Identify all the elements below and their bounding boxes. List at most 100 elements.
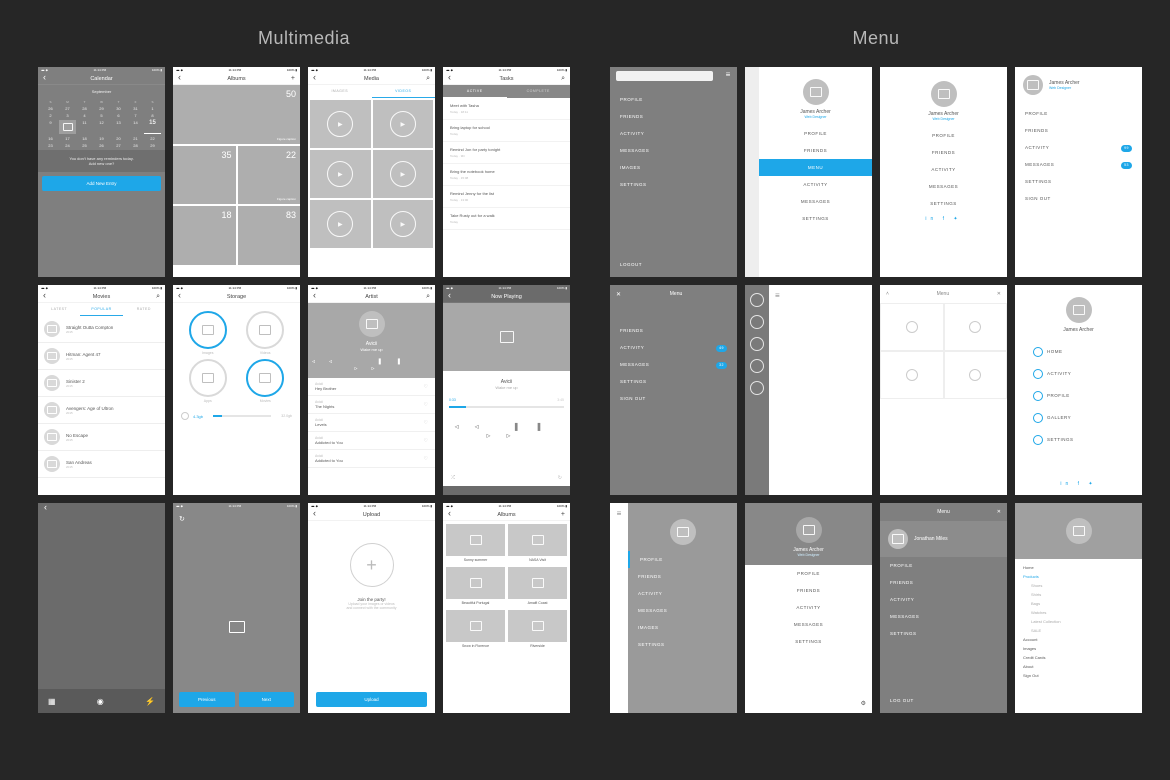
task-row[interactable]: Bring the notebook homeToday · 15:08	[443, 164, 570, 186]
menu-item[interactable]: MESSAGES32	[610, 356, 737, 373]
tab-latest[interactable]: LATEST	[38, 303, 80, 316]
movie-row[interactable]: Hitman: Agent 472015	[38, 343, 165, 370]
menu-item[interactable]: PROFILE	[610, 91, 737, 108]
play-icon[interactable]	[390, 161, 416, 187]
tab-videos[interactable]: VIDEOS	[372, 85, 436, 98]
search-icon[interactable]	[426, 293, 430, 301]
menu-item[interactable]: SETTINGS	[759, 210, 872, 227]
media-cell[interactable]	[310, 200, 371, 248]
upload-drop[interactable]: +	[350, 543, 394, 587]
heart-icon[interactable]	[424, 456, 428, 462]
camera-icon[interactable]: ◉	[97, 697, 104, 706]
upload-button[interactable]: Upload	[316, 692, 427, 707]
back-icon[interactable]	[43, 294, 46, 300]
back-icon[interactable]	[43, 76, 46, 82]
movie-row[interactable]: Straight Outta Compton2015	[38, 316, 165, 343]
menu-item[interactable]: MESSAGES	[759, 193, 872, 210]
refresh-icon[interactable]: ↻	[179, 516, 185, 523]
menu-item[interactable]: PROFILE	[880, 557, 1007, 574]
back-icon[interactable]	[178, 76, 181, 82]
tree-subitem[interactable]: Shirts	[1023, 590, 1134, 599]
album-thumb[interactable]	[446, 524, 505, 556]
tree-item[interactable]: About	[1023, 662, 1134, 671]
back-icon[interactable]	[313, 294, 316, 300]
song-row[interactable]: AviciiAddicted to You	[308, 450, 435, 468]
menu-item[interactable]: ACTIVITY99	[1015, 139, 1142, 156]
menu-item[interactable]: MESSAGES	[745, 616, 872, 633]
tree-subitem[interactable]: Watches	[1023, 608, 1134, 617]
menu-item[interactable]: PROFILE	[745, 565, 872, 582]
repeat-icon[interactable]: ↻	[558, 475, 562, 481]
close-icon[interactable]: ✕	[616, 291, 621, 298]
quad-cell[interactable]	[880, 303, 944, 351]
song-row[interactable]: AviciiThe Nights	[308, 396, 435, 414]
prev-button[interactable]: Previous	[179, 692, 235, 707]
heart-icon[interactable]	[424, 420, 428, 426]
tab-popular[interactable]: POPULAR	[80, 303, 122, 316]
album-thumb[interactable]	[446, 610, 505, 642]
tab-rated[interactable]: RATED	[123, 303, 165, 316]
menu-item[interactable]: FRIENDS	[880, 144, 1007, 161]
close-icon[interactable]: ✕	[997, 291, 1001, 297]
menu-item[interactable]: ACTIVITY49	[610, 339, 737, 356]
album-cell[interactable]: 22Figure caption	[238, 146, 301, 205]
play-icon[interactable]	[390, 111, 416, 137]
song-row[interactable]: AviciiAddicted to You	[308, 432, 435, 450]
hamburger-icon[interactable]	[719, 67, 737, 85]
heart-icon[interactable]	[424, 438, 428, 444]
menu-item[interactable]: ACTIVITY	[745, 599, 872, 616]
flash-icon[interactable]: ⚡	[145, 697, 155, 706]
social-links[interactable]: in f ✦	[1015, 477, 1142, 491]
tab-complete[interactable]: COMPLETE	[507, 85, 571, 98]
rail-icon[interactable]	[750, 315, 764, 329]
menu-item[interactable]: SETTINGS	[628, 636, 737, 653]
calendar-grid[interactable]: SMTWTFS 2627282930311 2345678 9111213141…	[38, 98, 165, 150]
album-cell[interactable]: 83	[238, 206, 301, 265]
back-icon[interactable]	[44, 506, 47, 512]
menu-item[interactable]: PROFILE	[1015, 105, 1142, 122]
menu-item[interactable]: SETTINGS	[880, 625, 1007, 642]
logout-link[interactable]: LOG OUT	[890, 698, 914, 703]
album-thumb[interactable]	[508, 567, 567, 599]
tab-active[interactable]: ACTIVE	[443, 85, 507, 98]
playback-controls[interactable]: ◃◃ ❚❚ ▹▹	[443, 422, 570, 440]
menu-item[interactable]: SETTINGS	[610, 373, 737, 390]
menu-item[interactable]: PROFILE	[759, 125, 872, 142]
menu-item[interactable]: ACTIVITY	[1023, 363, 1134, 385]
menu-item[interactable]: FRIENDS	[745, 582, 872, 599]
add-icon[interactable]	[561, 511, 565, 518]
movie-row[interactable]: Sinister 22015	[38, 370, 165, 397]
back-icon[interactable]	[448, 76, 451, 82]
rail-icon[interactable]	[750, 381, 764, 395]
tree-item[interactable]: Images	[1023, 644, 1134, 653]
menu-item[interactable]: PROFILE	[1023, 385, 1134, 407]
play-icon[interactable]	[181, 412, 189, 420]
play-icon[interactable]	[327, 111, 353, 137]
menu-item[interactable]: SETTINGS	[610, 176, 737, 193]
album-thumb[interactable]	[508, 524, 567, 556]
tree-item[interactable]: Sign Out	[1023, 671, 1134, 680]
menu-item[interactable]: SETTINGS	[1023, 429, 1134, 451]
menu-item[interactable]: MENU	[759, 159, 872, 176]
album-cell[interactable]: 18	[173, 206, 236, 265]
quad-cell[interactable]	[880, 351, 944, 399]
quad-cell[interactable]	[944, 351, 1008, 399]
tree-subitem[interactable]: Latest Collection	[1023, 617, 1134, 626]
today-cell[interactable]: 15	[144, 120, 161, 134]
close-icon[interactable]: ✕	[997, 509, 1001, 515]
menu-item[interactable]: SIGN OUT	[610, 390, 737, 407]
menu-item[interactable]: ACTIVITY	[880, 591, 1007, 608]
album-thumb[interactable]	[508, 610, 567, 642]
tree-item[interactable]: Credit Cards	[1023, 653, 1134, 662]
back-icon[interactable]	[178, 294, 181, 300]
menu-item[interactable]: PROFILE	[628, 551, 737, 568]
tree-item[interactable]: Products	[1023, 572, 1134, 581]
album-cell[interactable]: 50Figure caption	[173, 85, 300, 144]
quad-cell[interactable]	[944, 303, 1008, 351]
hamburger-icon[interactable]	[775, 291, 780, 300]
tree-subitem[interactable]: Shoes	[1023, 581, 1134, 590]
menu-item[interactable]: HOME	[1023, 341, 1134, 363]
add-icon[interactable]	[291, 75, 295, 82]
tree-subitem[interactable]: SALE	[1023, 626, 1134, 635]
menu-item[interactable]: SETTINGS	[1015, 173, 1142, 190]
